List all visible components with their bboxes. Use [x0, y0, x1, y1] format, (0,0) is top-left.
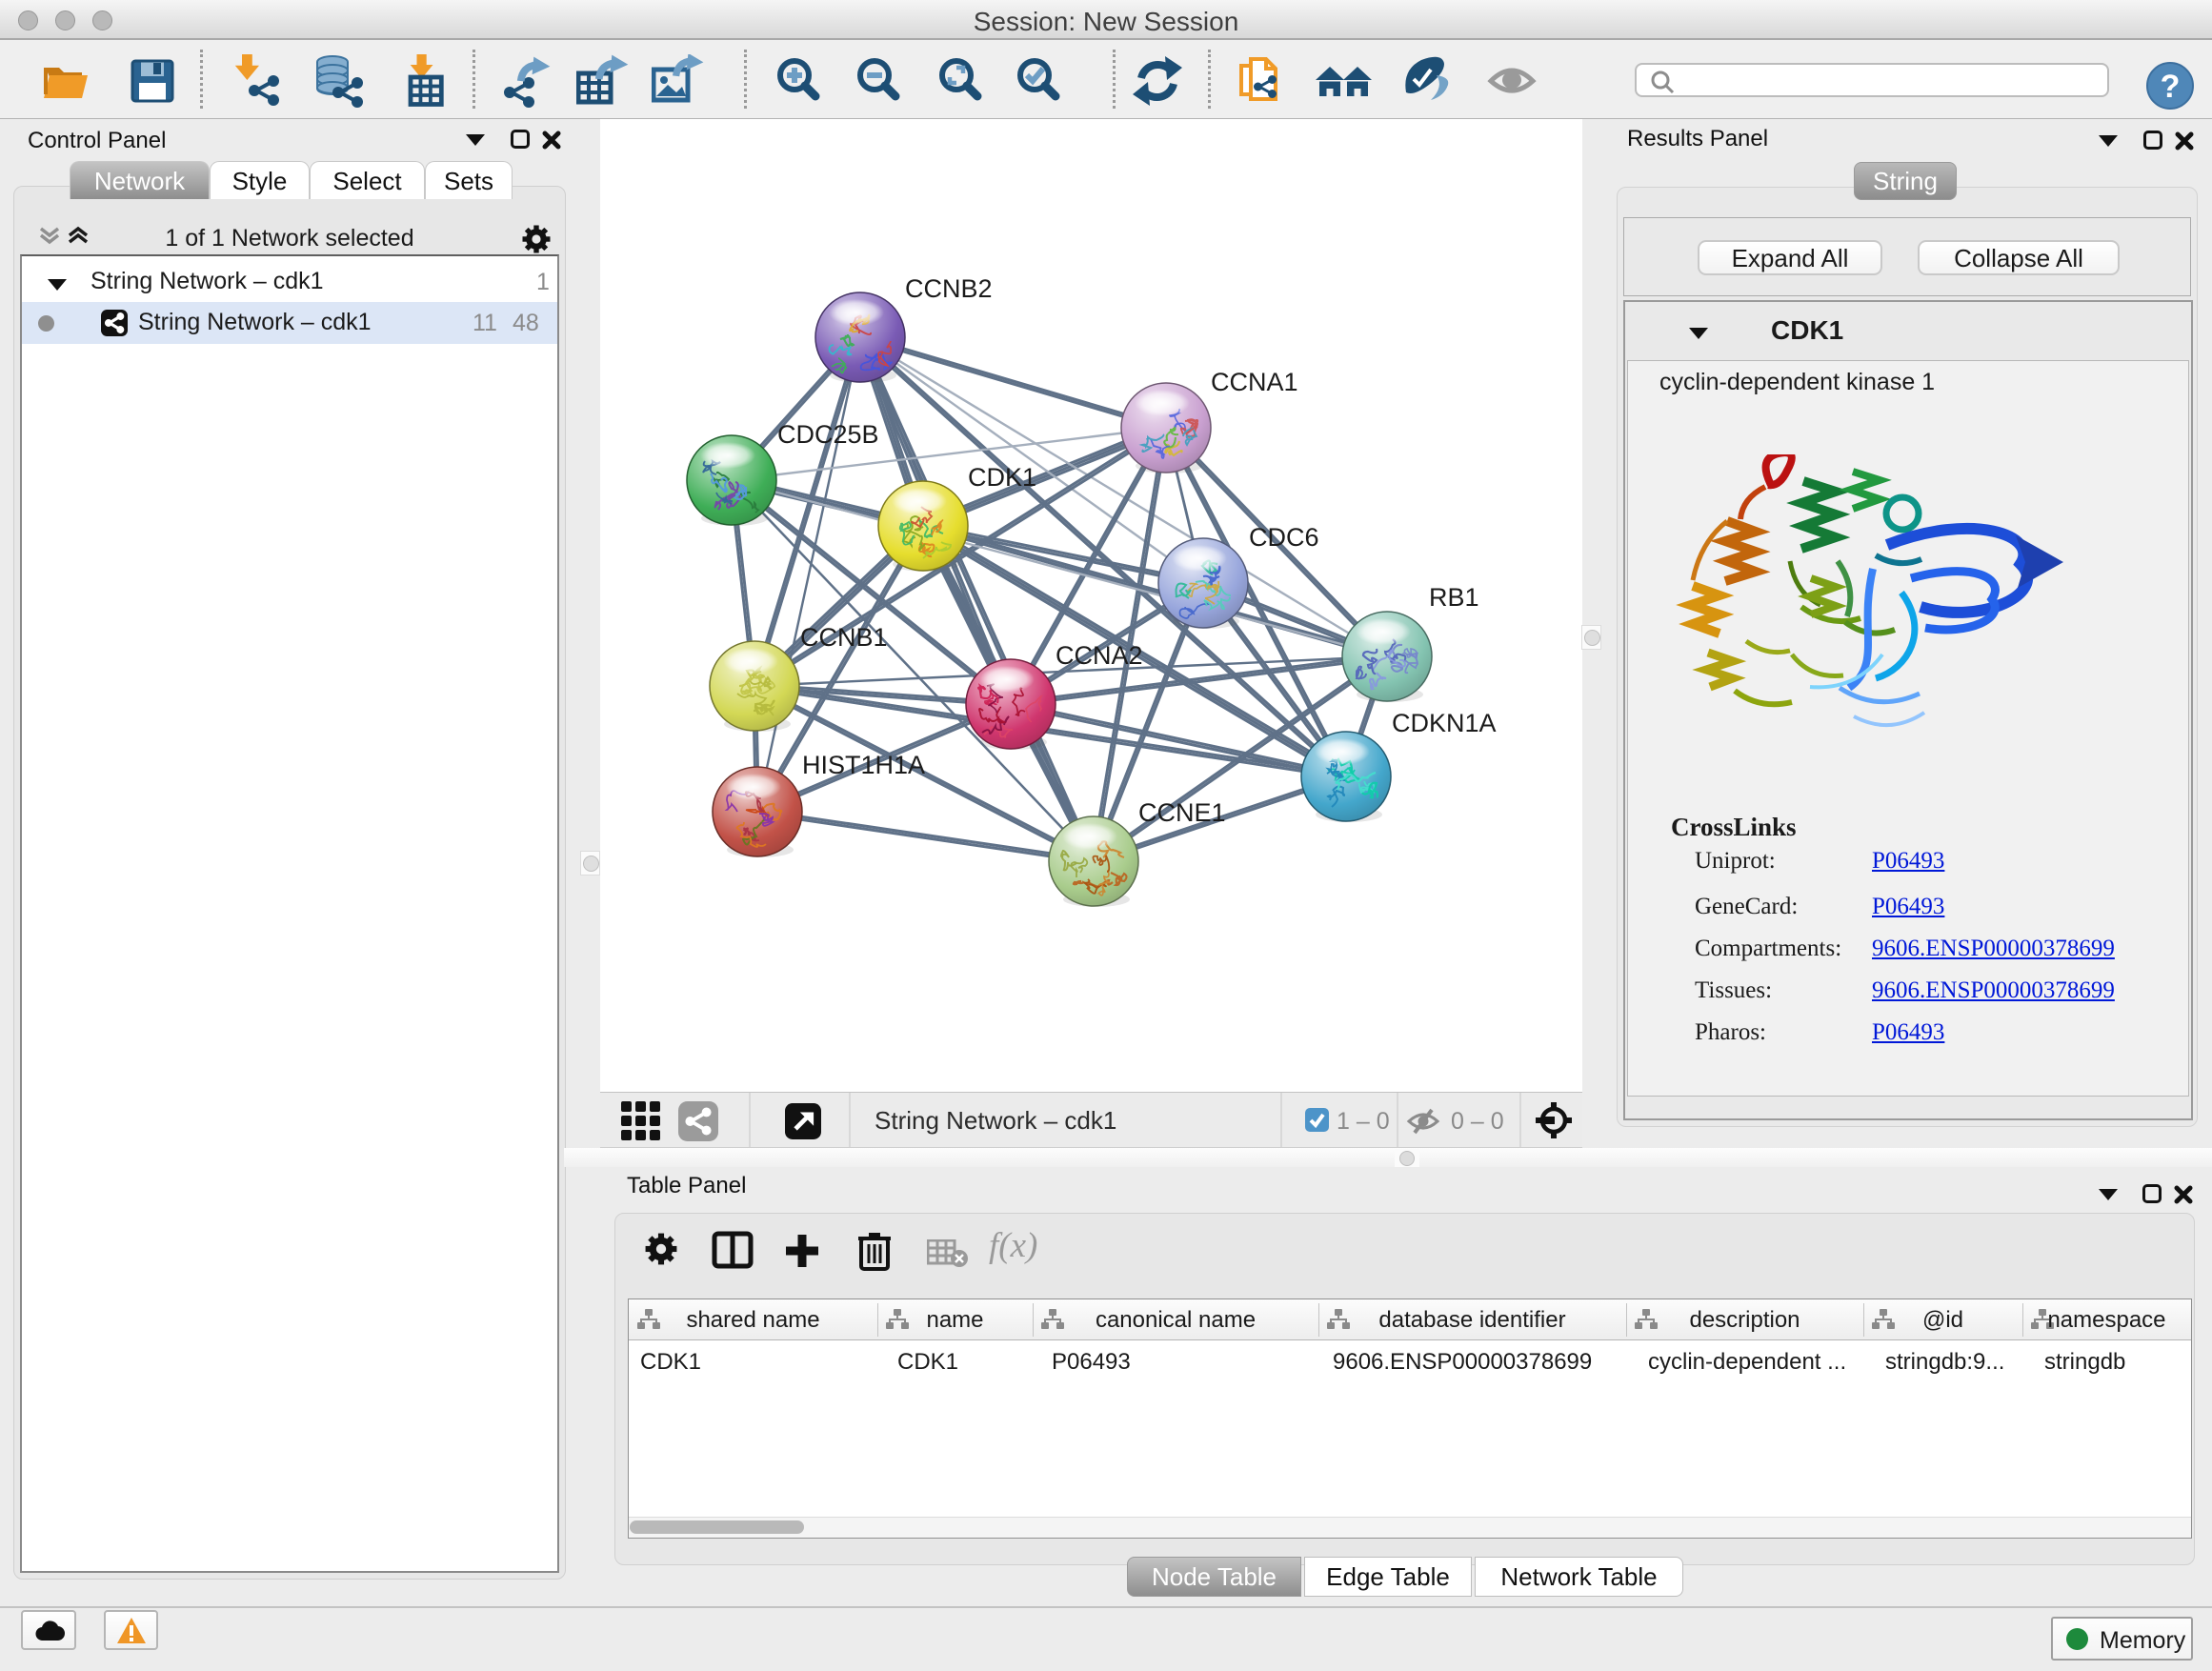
svg-text:CCNB1: CCNB1	[800, 623, 888, 652]
svg-text:CDC25B: CDC25B	[777, 420, 879, 449]
svg-text:CDK1: CDK1	[968, 463, 1036, 492]
svg-text:CDC6: CDC6	[1249, 523, 1319, 552]
svg-text:CCNB2: CCNB2	[905, 274, 993, 303]
svg-text:CDKN1A: CDKN1A	[1392, 709, 1497, 737]
svg-text:CCNA1: CCNA1	[1211, 368, 1298, 396]
svg-text:RB1: RB1	[1429, 583, 1479, 612]
svg-text:CCNE1: CCNE1	[1138, 798, 1226, 827]
svg-text:CCNA2: CCNA2	[1056, 641, 1143, 670]
svg-text:?: ?	[2161, 69, 2181, 105]
svg-text:HIST1H1A: HIST1H1A	[802, 751, 925, 779]
